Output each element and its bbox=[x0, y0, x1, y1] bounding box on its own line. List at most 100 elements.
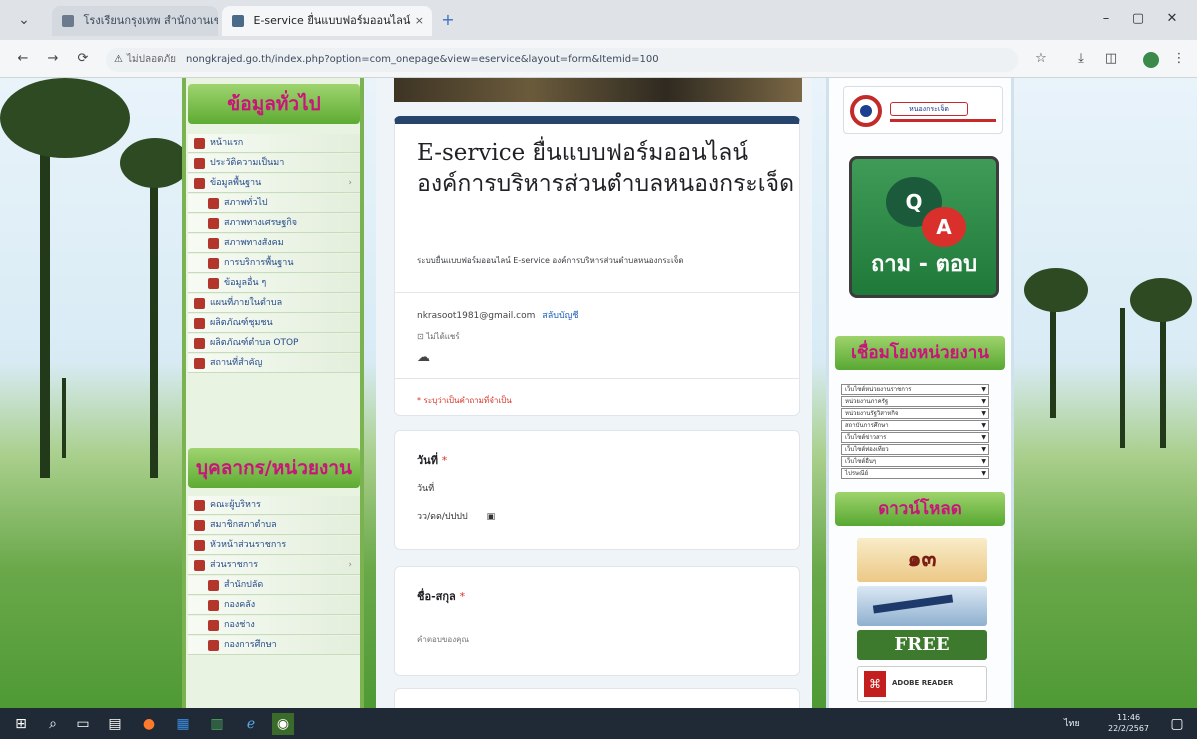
adobe-label: ADOBE READER bbox=[892, 679, 954, 687]
tab-list-icon[interactable]: ⌄ bbox=[12, 8, 36, 32]
ad-banner-pen[interactable] bbox=[857, 586, 987, 626]
sidebar-subitem[interactable]: ข้อมูลอื่น ๆ bbox=[188, 274, 360, 293]
sidebar-item-label: แผนที่ภายในตำบล bbox=[210, 298, 283, 308]
link-select[interactable]: เว็บไซต์ท่องเที่ยว ▼ bbox=[841, 444, 989, 455]
download-icon[interactable]: ⤓ bbox=[1070, 48, 1092, 70]
select-value: สถาบันการศึกษา bbox=[845, 422, 889, 429]
user-icon bbox=[208, 238, 219, 249]
sidebar-item-divisions[interactable]: ส่วนราชการ › bbox=[188, 556, 360, 575]
link-select[interactable]: หน่วยงานภาครัฐ ▼ bbox=[841, 396, 989, 407]
link-select[interactable]: หน่วยงานรัฐวิสาหกิจ ▼ bbox=[841, 408, 989, 419]
sidebar-item-products[interactable]: ผลิตภัณฑ์ชุมชน bbox=[188, 314, 360, 333]
switch-account-link[interactable]: สลับบัญชี bbox=[542, 311, 578, 321]
calendar-icon[interactable]: ▣ bbox=[487, 512, 496, 522]
firefox-icon[interactable]: ● bbox=[138, 713, 160, 735]
notification-icon[interactable]: ▢ bbox=[1166, 713, 1188, 735]
reload-button[interactable]: ⟳ bbox=[72, 48, 94, 70]
ad-banner-13[interactable]: ๑๓ bbox=[857, 538, 987, 582]
maximize-button[interactable]: ▢ bbox=[1124, 8, 1152, 30]
sidebar-subitem[interactable]: กองช่าง bbox=[188, 616, 360, 635]
warning-icon: ⚠ bbox=[114, 54, 123, 65]
account-email: nkrasoot1981@gmail.com bbox=[417, 311, 536, 321]
sidebar-item-label: ประวัติความเป็นมา bbox=[210, 158, 285, 168]
browser-tab-inactive[interactable]: โรงเรียนกรุงเทพ สำนักงานเขต... bbox=[52, 6, 218, 36]
browser-tab-active[interactable]: E-service ยื่นแบบฟอร์มออนไลน์ × bbox=[222, 6, 432, 36]
clock-date: 22/2/2567 bbox=[1108, 724, 1150, 733]
minimize-button[interactable]: – bbox=[1092, 8, 1120, 30]
sidebar-item-places[interactable]: สถานที่สำคัญ bbox=[188, 354, 360, 373]
sidebar-item-executives[interactable]: คณะผู้บริหาร bbox=[188, 496, 360, 515]
close-window-button[interactable]: ✕ bbox=[1158, 8, 1186, 30]
answer-bubble-icon: A bbox=[922, 207, 966, 247]
sidebar-subitem[interactable]: สภาพทางสังคม bbox=[188, 234, 360, 253]
tab-close-icon[interactable]: × bbox=[415, 6, 424, 36]
link-select[interactable]: เว็บไซต์อื่นๆ ▼ bbox=[841, 456, 989, 467]
address-bar[interactable]: ⚠ ไม่ปลอดภัย nongkrajed.go.th/index.php?op… bbox=[106, 48, 1018, 72]
qa-banner[interactable]: Q A ถาม - ตอบ bbox=[849, 156, 999, 298]
palm-trunk-decoration bbox=[1120, 308, 1125, 448]
form-title: E-service ยื่นแบบฟอร์มออนไลน์ องค์การบริ… bbox=[417, 140, 795, 197]
chevron-down-icon: ▼ bbox=[981, 398, 986, 405]
user-icon bbox=[208, 640, 219, 651]
sidebar-item-label: หน้าแรก bbox=[210, 138, 244, 148]
search-icon[interactable]: ⌕ bbox=[42, 713, 64, 735]
sidebar-item-basic-info[interactable]: ข้อมูลพื้นฐาน › bbox=[188, 174, 360, 193]
user-icon bbox=[194, 520, 205, 531]
sidebar-subitem[interactable]: การบริการพื้นฐาน bbox=[188, 254, 360, 273]
palm-trunk-decoration bbox=[150, 158, 158, 478]
question-title: วันที่ * bbox=[417, 451, 447, 469]
profile-icon[interactable] bbox=[1143, 52, 1159, 68]
chevron-right-icon: › bbox=[348, 178, 352, 188]
file-explorer-icon[interactable]: ▤ bbox=[104, 713, 126, 735]
logo-text: หนองกระเจ็ด bbox=[890, 102, 968, 116]
sidebar-item-label: สภาพทางเศรษฐกิจ bbox=[224, 218, 298, 228]
sidebar-item-label: กองการศึกษา bbox=[224, 640, 277, 650]
link-select[interactable]: เว็บไซต์ข่าวสาร ▼ bbox=[841, 432, 989, 443]
sidebar-item-council[interactable]: สมาชิกสภาตำบล bbox=[188, 516, 360, 535]
sidebar-subitem[interactable]: กองคลัง bbox=[188, 596, 360, 615]
taskbar-clock[interactable]: 11:46 22/2/2567 bbox=[1108, 712, 1149, 734]
edge-icon[interactable]: ℯ bbox=[240, 713, 262, 735]
ad-banner-free[interactable]: FREE bbox=[857, 630, 987, 660]
language-indicator[interactable]: ไทย bbox=[1064, 716, 1080, 730]
chevron-down-icon: ▼ bbox=[981, 410, 986, 417]
sidebar-subitem[interactable]: สภาพทั่วไป bbox=[188, 194, 360, 213]
chevron-down-icon: ▼ bbox=[981, 458, 986, 465]
user-icon bbox=[208, 278, 219, 289]
sidebar-item-history[interactable]: ประวัติความเป็นมา bbox=[188, 154, 360, 173]
link-select[interactable]: เว็บไซต์หน่วยงานราชการ ▼ bbox=[841, 384, 989, 395]
windows-start-icon[interactable]: ⊞ bbox=[10, 713, 32, 735]
chevron-down-icon: ▼ bbox=[981, 422, 986, 429]
excel-icon[interactable]: ▥ bbox=[206, 713, 228, 735]
browser-tab-bar: ⌄ โรงเรียนกรุงเทพ สำนักงานเขต... E-servi… bbox=[0, 0, 1197, 40]
link-select[interactable]: สถาบันการศึกษา ▼ bbox=[841, 420, 989, 431]
sidebar-subitem[interactable]: สำนักปลัด bbox=[188, 576, 360, 595]
word-icon[interactable]: ▦ bbox=[172, 713, 194, 735]
web-page: ข้อมูลทั่วไป หน้าแรก ประวัติความเป็นมา ข… bbox=[0, 78, 1197, 708]
select-value: หน่วยงานภาครัฐ bbox=[845, 398, 889, 405]
download-header: ดาวน์โหลด bbox=[835, 492, 1005, 526]
sidebar-item-otop[interactable]: ผลิตภัณฑ์ตำบล OTOP bbox=[188, 334, 360, 353]
not-shared-label: ไม่ได้แชร์ bbox=[426, 332, 460, 341]
ad-banner-adobe[interactable]: ⌘ ADOBE READER bbox=[857, 666, 987, 702]
menu-icon[interactable]: ⋮ bbox=[1168, 48, 1190, 70]
link-select[interactable]: ไปรษณีย์ ▼ bbox=[841, 468, 989, 479]
forward-button[interactable]: → bbox=[42, 48, 64, 70]
select-value: เว็บไซต์ท่องเที่ยว bbox=[845, 446, 889, 453]
chrome-icon[interactable]: ◉ bbox=[272, 713, 294, 735]
new-tab-button[interactable]: + bbox=[438, 10, 458, 30]
sidebar-subitem[interactable]: สภาพทางเศรษฐกิจ bbox=[188, 214, 360, 233]
security-label: ไม่ปลอดภัย bbox=[126, 54, 177, 65]
sidebar-subitem[interactable]: กองการศึกษา bbox=[188, 636, 360, 655]
back-button[interactable]: ← bbox=[12, 48, 34, 70]
name-input[interactable]: คำตอบของคุณ bbox=[417, 633, 469, 646]
sidebar-item-heads[interactable]: หัวหน้าส่วนราชการ bbox=[188, 536, 360, 555]
sidebar-item-home[interactable]: หน้าแรก bbox=[188, 134, 360, 153]
sidebar-icon[interactable]: ◫ bbox=[1100, 48, 1122, 70]
star-icon[interactable]: ☆ bbox=[1030, 48, 1052, 70]
date-input[interactable]: วว/ดด/ปปปป ▣ bbox=[417, 509, 495, 523]
site-logo-banner[interactable]: หนองกระเจ็ด bbox=[843, 86, 1003, 134]
clock-time: 11:46 bbox=[1116, 713, 1141, 722]
task-view-icon[interactable]: ▭ bbox=[72, 713, 94, 735]
sidebar-item-map[interactable]: แผนที่ภายในตำบล bbox=[188, 294, 360, 313]
